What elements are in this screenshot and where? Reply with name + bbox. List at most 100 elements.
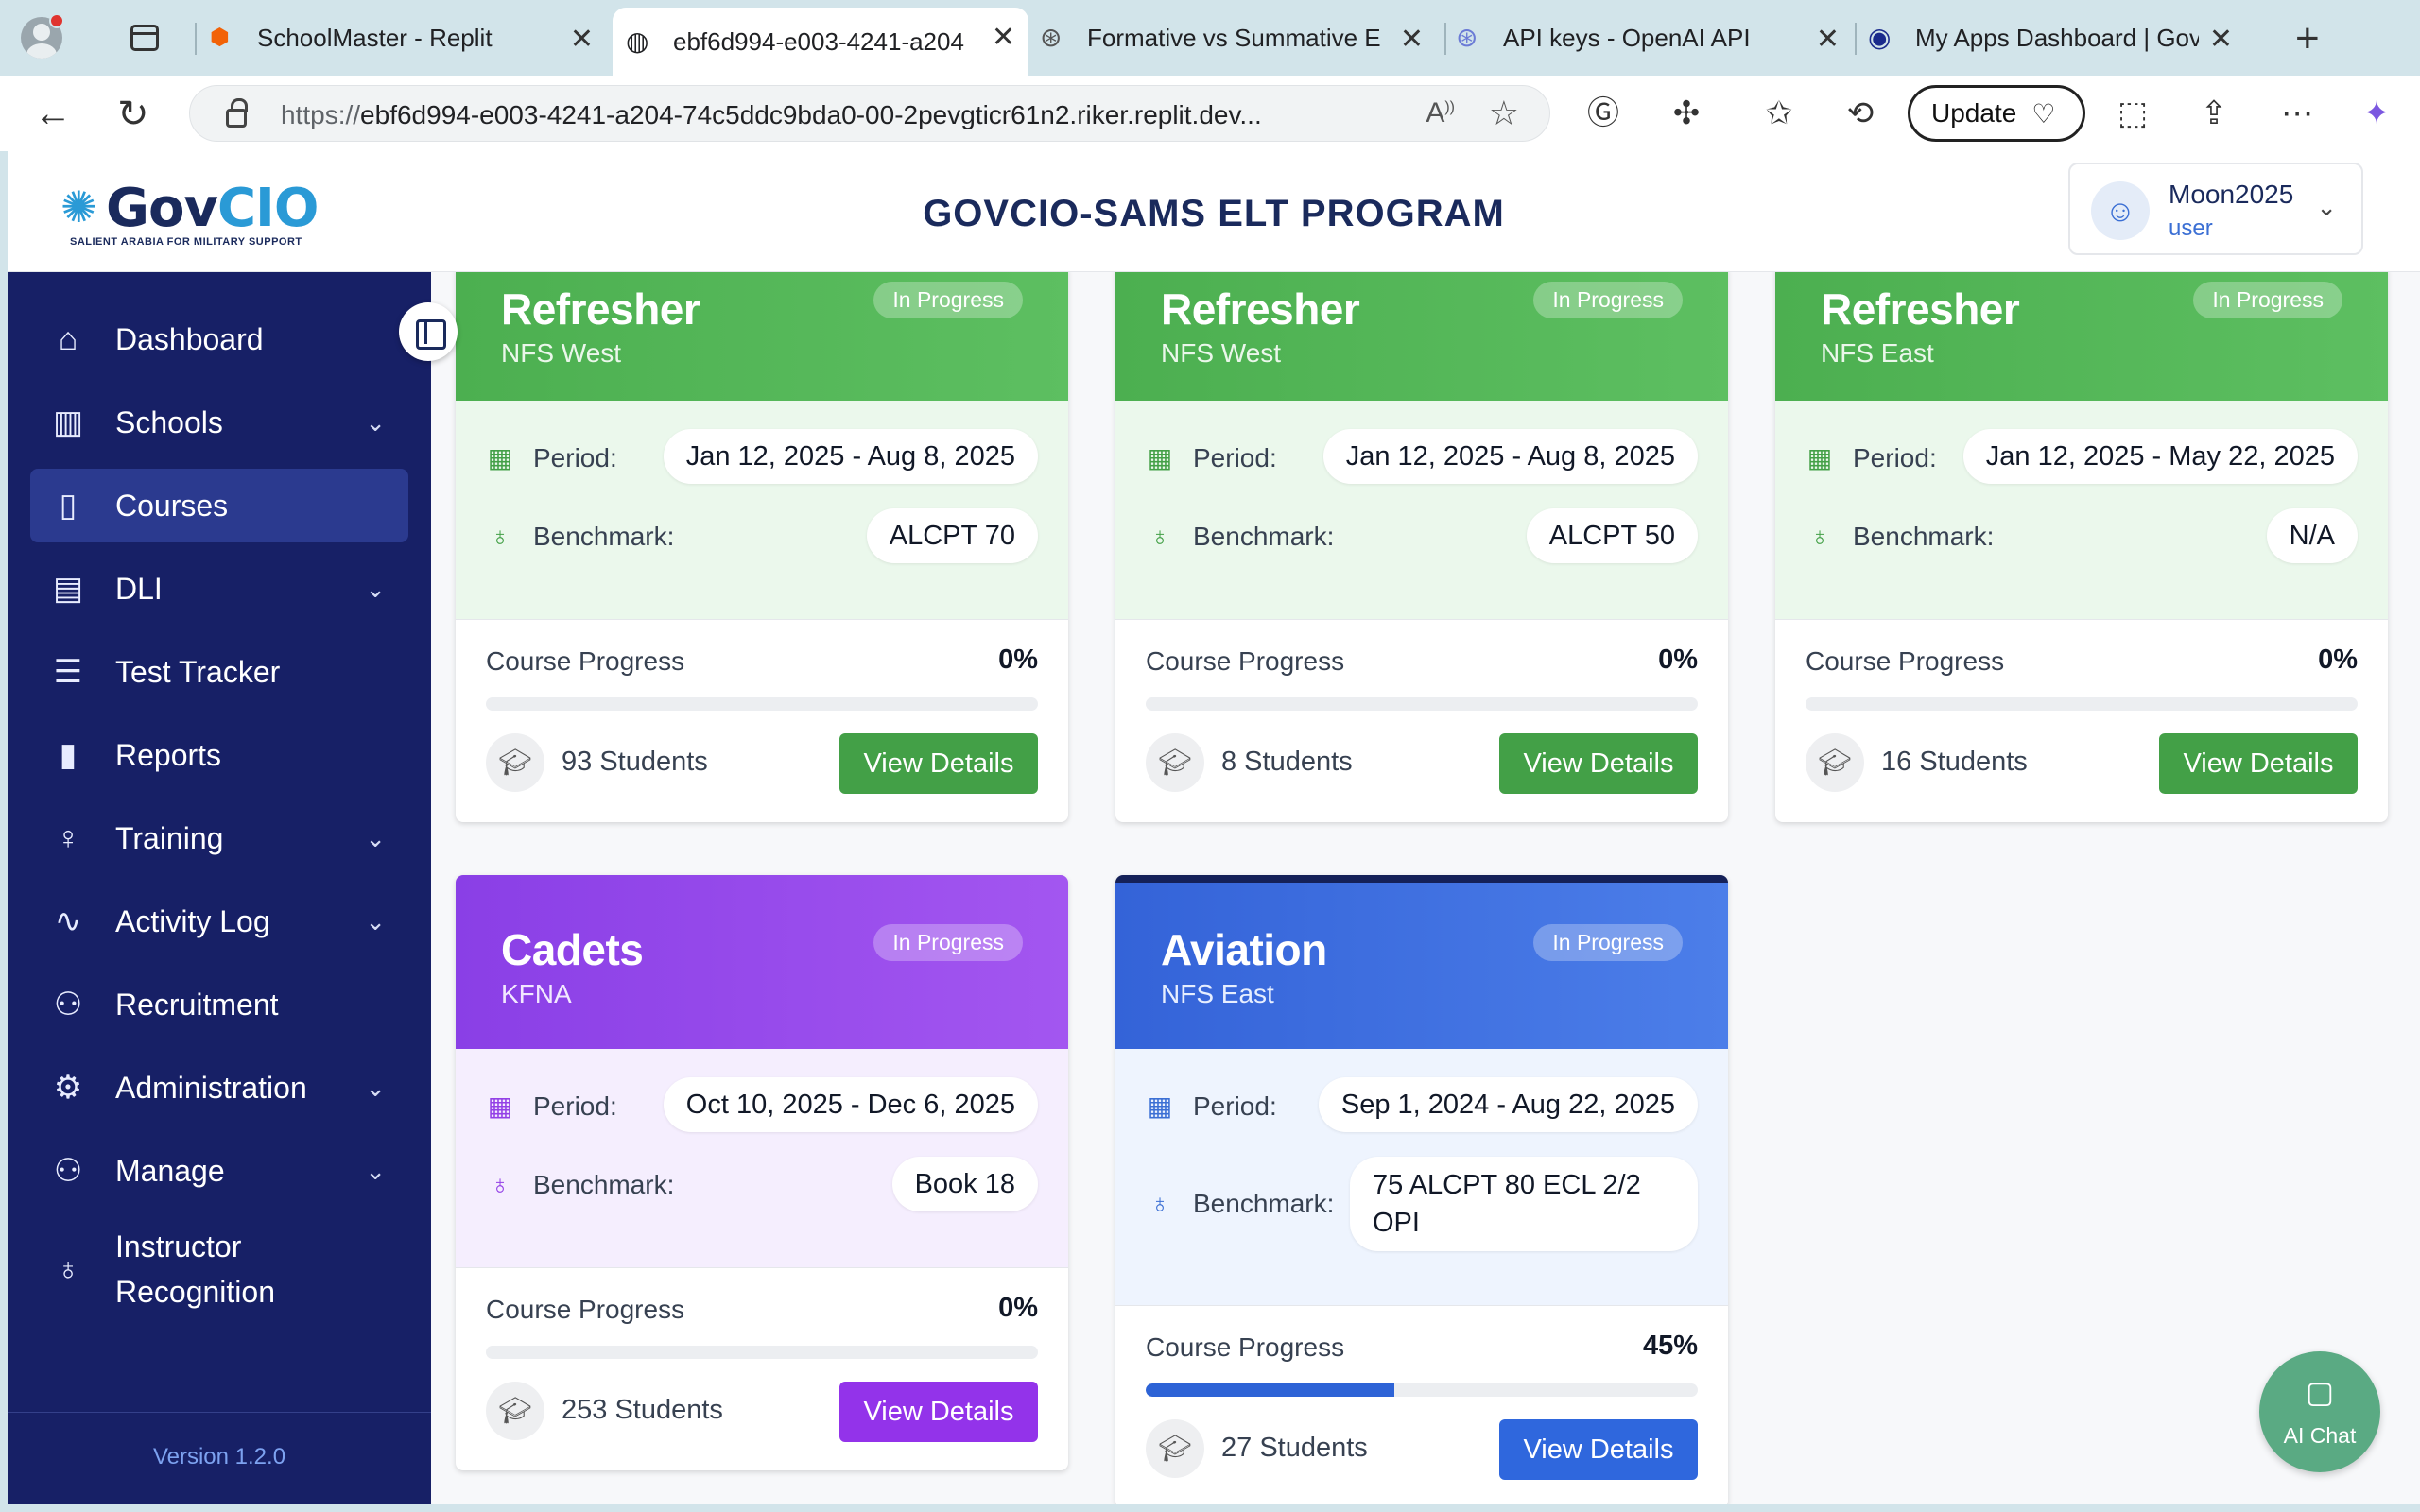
graduation-cap-icon: 🎓︎ bbox=[1806, 733, 1864, 792]
graduation-cap-icon: 🎓︎ bbox=[486, 733, 544, 792]
favorites-list-icon[interactable]: ✩ bbox=[1760, 94, 1798, 132]
close-tab-icon[interactable]: ✕ bbox=[1400, 23, 1424, 56]
period-label: Period: bbox=[1193, 442, 1277, 472]
calendar-icon: ▦ bbox=[1147, 1091, 1173, 1121]
close-tab-icon[interactable]: ✕ bbox=[992, 21, 1015, 54]
sidebar-item-training[interactable]: ♀ Training ⌄ bbox=[30, 801, 408, 875]
lock-icon[interactable] bbox=[226, 98, 248, 128]
sidebar-item-test-tracker[interactable]: ☰ Test Tracker bbox=[30, 635, 408, 709]
back-arrow-icon[interactable]: ← bbox=[34, 93, 72, 135]
course-title: Refresher bbox=[501, 284, 700, 334]
award-icon: ♁ bbox=[56, 1250, 80, 1287]
browser-tab-formative[interactable]: ⊛ Formative vs Summative Eva ✕ bbox=[1040, 9, 1437, 66]
sidebar-item-courses[interactable]: ▯ Courses bbox=[30, 469, 408, 542]
browser-update-button[interactable]: Update ♡ bbox=[1908, 85, 2085, 142]
sidebar-toggle-button[interactable] bbox=[399, 302, 458, 361]
user-menu[interactable]: ☺ Moon2025 user ⌄ bbox=[2068, 163, 2363, 255]
sidebar-item-label: DLI bbox=[115, 571, 163, 606]
url-protocol: https:// bbox=[281, 100, 361, 129]
progress-bar bbox=[1146, 697, 1698, 711]
url-text[interactable]: https://ebf6d994-e003-4241-a204-74c5ddc9… bbox=[281, 100, 1262, 130]
sidebar-item-administration[interactable]: ⚙ Administration ⌄ bbox=[30, 1051, 408, 1125]
status-badge: In Progress bbox=[1533, 282, 1683, 318]
progress-label: Course Progress bbox=[1146, 1332, 1345, 1362]
view-details-button[interactable]: View Details bbox=[2159, 733, 2358, 794]
browser-tab-active[interactable]: ◍ ebf6d994-e003-4241-a204 ✕ bbox=[613, 8, 1028, 76]
sidebar-item-label: Schools bbox=[115, 404, 223, 439]
copilot-icon[interactable]: ✦ bbox=[2358, 94, 2395, 132]
sidebar-item-label: Courses bbox=[115, 488, 229, 523]
sidebar-item-manage[interactable]: ⚇ Manage ⌄ bbox=[30, 1134, 408, 1208]
more-menu-icon[interactable]: ⋯ bbox=[2278, 94, 2316, 132]
course-card: Refresher NFS East In Progress ▦ Period: … bbox=[1775, 272, 2388, 822]
sidebar-item-dli[interactable]: ▤ DLI ⌄ bbox=[30, 552, 408, 626]
sidebar-item-activity-log[interactable]: ∿ Activity Log ⌄ bbox=[30, 885, 408, 958]
sidebar-item-label: Manage bbox=[115, 1153, 225, 1188]
progress-fill bbox=[1146, 1383, 1394, 1397]
course-card-footer: Course Progress 0% 🎓︎ 16 Students View D… bbox=[1775, 620, 2388, 822]
settings-icon: ⚙ bbox=[53, 1070, 83, 1106]
calendar-icon: ▦ bbox=[487, 443, 513, 472]
progress-value: 0% bbox=[998, 1293, 1038, 1323]
course-card-header: Refresher NFS East In Progress bbox=[1775, 272, 2388, 401]
graduation-cap-icon: 🎓︎ bbox=[486, 1382, 544, 1440]
status-badge: In Progress bbox=[873, 282, 1023, 318]
course-card-header: Refresher NFS West In Progress bbox=[1115, 272, 1728, 401]
user-role: user bbox=[2169, 215, 2213, 241]
ai-chat-button[interactable]: ▢ AI Chat bbox=[2259, 1351, 2380, 1472]
grammarly-icon[interactable]: Ⓖ bbox=[1584, 94, 1622, 132]
tab-title: My Apps Dashboard | GovCI bbox=[1915, 23, 2199, 52]
calendar-icon: ▦ bbox=[487, 1091, 513, 1121]
chevron-down-icon: ⌄ bbox=[365, 906, 386, 936]
browser-tab-my-apps[interactable]: ◉ My Apps Dashboard | GovCI ✕ bbox=[1868, 9, 2246, 66]
course-title: Aviation bbox=[1161, 925, 1327, 974]
chevron-down-icon: ⌄ bbox=[365, 574, 386, 603]
tab-title: Formative vs Summative Eva bbox=[1087, 23, 1380, 52]
sidebar-item-label: Instructor Recognition bbox=[115, 1229, 275, 1309]
sidebar-item-reports[interactable]: ▮ Reports bbox=[30, 718, 408, 792]
view-details-button[interactable]: View Details bbox=[839, 733, 1038, 794]
history-icon[interactable]: ⟲ bbox=[1841, 94, 1879, 132]
sidebar-item-dashboard[interactable]: ⌂ Dashboard bbox=[30, 302, 408, 376]
view-details-button[interactable]: View Details bbox=[839, 1382, 1038, 1442]
sidebar-item-label: Recruitment bbox=[115, 987, 279, 1022]
tab-actions-icon[interactable] bbox=[130, 25, 159, 51]
period-label: Period: bbox=[533, 442, 617, 472]
close-tab-icon[interactable]: ✕ bbox=[570, 23, 594, 56]
course-card: Refresher NFS West In Progress ▦ Period: … bbox=[456, 272, 1068, 822]
period-row: ▦ Period: bbox=[486, 442, 617, 473]
close-tab-icon[interactable]: ✕ bbox=[1816, 23, 1840, 56]
read-aloud-icon[interactable]: A)) bbox=[1426, 97, 1455, 129]
tab-title: API keys - OpenAI API bbox=[1503, 23, 1751, 52]
status-badge: In Progress bbox=[1533, 924, 1683, 961]
close-tab-icon[interactable]: ✕ bbox=[2209, 23, 2233, 56]
main-content: Refresher NFS West In Progress ▦ Period: … bbox=[431, 272, 2420, 1504]
progress-label: Course Progress bbox=[486, 646, 685, 676]
favorite-star-icon[interactable]: ☆ bbox=[1489, 94, 1519, 133]
new-tab-icon[interactable]: + bbox=[2295, 15, 2320, 62]
sidebar-item-recruitment[interactable]: ⚇ Recruitment bbox=[30, 968, 408, 1041]
refresh-icon[interactable]: ↻ bbox=[117, 93, 149, 136]
progress-value: 0% bbox=[998, 644, 1038, 675]
screenshot-icon[interactable]: ⬚ bbox=[2114, 94, 2152, 132]
view-details-button[interactable]: View Details bbox=[1499, 733, 1698, 794]
sidebar-item-schools[interactable]: ▥ Schools ⌄ bbox=[30, 386, 408, 459]
browser-tab-api-keys[interactable]: ⊛ API keys - OpenAI API ✕ bbox=[1456, 9, 1853, 66]
status-badge: In Progress bbox=[2193, 282, 2342, 318]
chevron-down-icon: ⌄ bbox=[365, 823, 386, 852]
share-icon[interactable]: ⇪ bbox=[2195, 94, 2233, 132]
page-title: GOVCIO-SAMS ELT PROGRAM bbox=[923, 193, 1505, 234]
url-host: ebf6d994-e003-4241-a204-74c5ddc9bda0-00-… bbox=[360, 100, 1262, 129]
sidebar-item-instructor-recognition[interactable]: ♁ Instructor Recognition bbox=[30, 1217, 408, 1321]
course-card-details: ▦ Period: Jan 12, 2025 - Aug 8, 2025 ♁ Ben… bbox=[1115, 401, 1728, 620]
course-card-header: Aviation NFS East In Progress bbox=[1115, 875, 1728, 1049]
extensions-puzzle-icon[interactable]: ✣ bbox=[1668, 94, 1705, 132]
course-card: Aviation NFS East In Progress ▦ Period: S… bbox=[1115, 875, 1728, 1504]
chevron-down-icon: ⌄ bbox=[2316, 193, 2337, 221]
sidebar: ⌂ Dashboard ▥ Schools ⌄ ▯ Courses ▤ DLI … bbox=[8, 272, 458, 1504]
view-details-button[interactable]: View Details bbox=[1499, 1419, 1698, 1480]
address-bar[interactable]: https://ebf6d994-e003-4241-a204-74c5ddc9… bbox=[189, 85, 1550, 142]
course-card-header: Cadets KFNA In Progress bbox=[456, 875, 1068, 1049]
browser-tab-schoolmaster[interactable]: ⬢ SchoolMaster - Replit ✕ bbox=[210, 9, 607, 66]
openai-favicon-icon: ⊛ bbox=[1040, 23, 1063, 52]
